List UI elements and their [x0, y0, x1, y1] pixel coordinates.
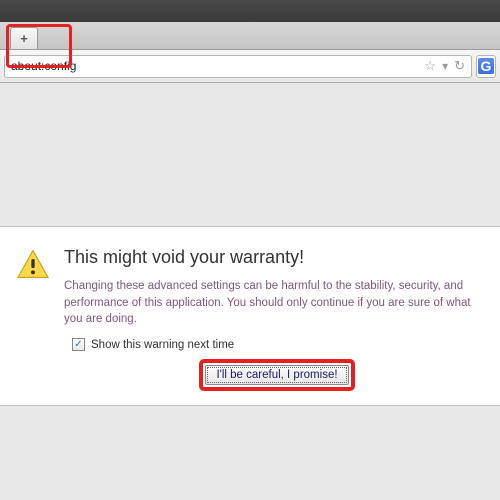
- reload-icon[interactable]: ↻: [454, 58, 465, 74]
- url-bar-actions: ☆ ▾ ↻: [424, 58, 465, 74]
- new-tab-button[interactable]: +: [10, 27, 38, 49]
- url-text: about:config: [11, 59, 424, 73]
- plus-icon: +: [20, 31, 28, 46]
- checkbox-icon: ✓: [72, 338, 85, 351]
- warning-body: Changing these advanced settings can be …: [64, 278, 490, 328]
- bookmark-star-icon[interactable]: ☆: [424, 58, 436, 74]
- navigation-toolbar: about:config ☆ ▾ ↻ G: [0, 50, 500, 83]
- dropdown-icon[interactable]: ▾: [442, 59, 448, 73]
- window-titlebar: [0, 0, 500, 22]
- tab-strip: +: [0, 22, 500, 50]
- checkbox-label: Show this warning next time: [91, 339, 234, 351]
- warning-heading: This might void your warranty!: [64, 247, 490, 268]
- show-warning-checkbox-row[interactable]: ✓ Show this warning next time: [72, 338, 490, 351]
- content-area: This might void your warranty! Changing …: [0, 83, 500, 500]
- warning-triangle-icon: [16, 249, 50, 279]
- warranty-warning-panel: This might void your warranty! Changing …: [0, 226, 500, 406]
- search-engine-button[interactable]: G: [476, 55, 496, 78]
- url-bar[interactable]: about:config ☆ ▾ ↻: [4, 55, 472, 78]
- google-icon: G: [478, 58, 494, 74]
- accept-risk-button[interactable]: I'll be careful, I promise!: [205, 365, 348, 385]
